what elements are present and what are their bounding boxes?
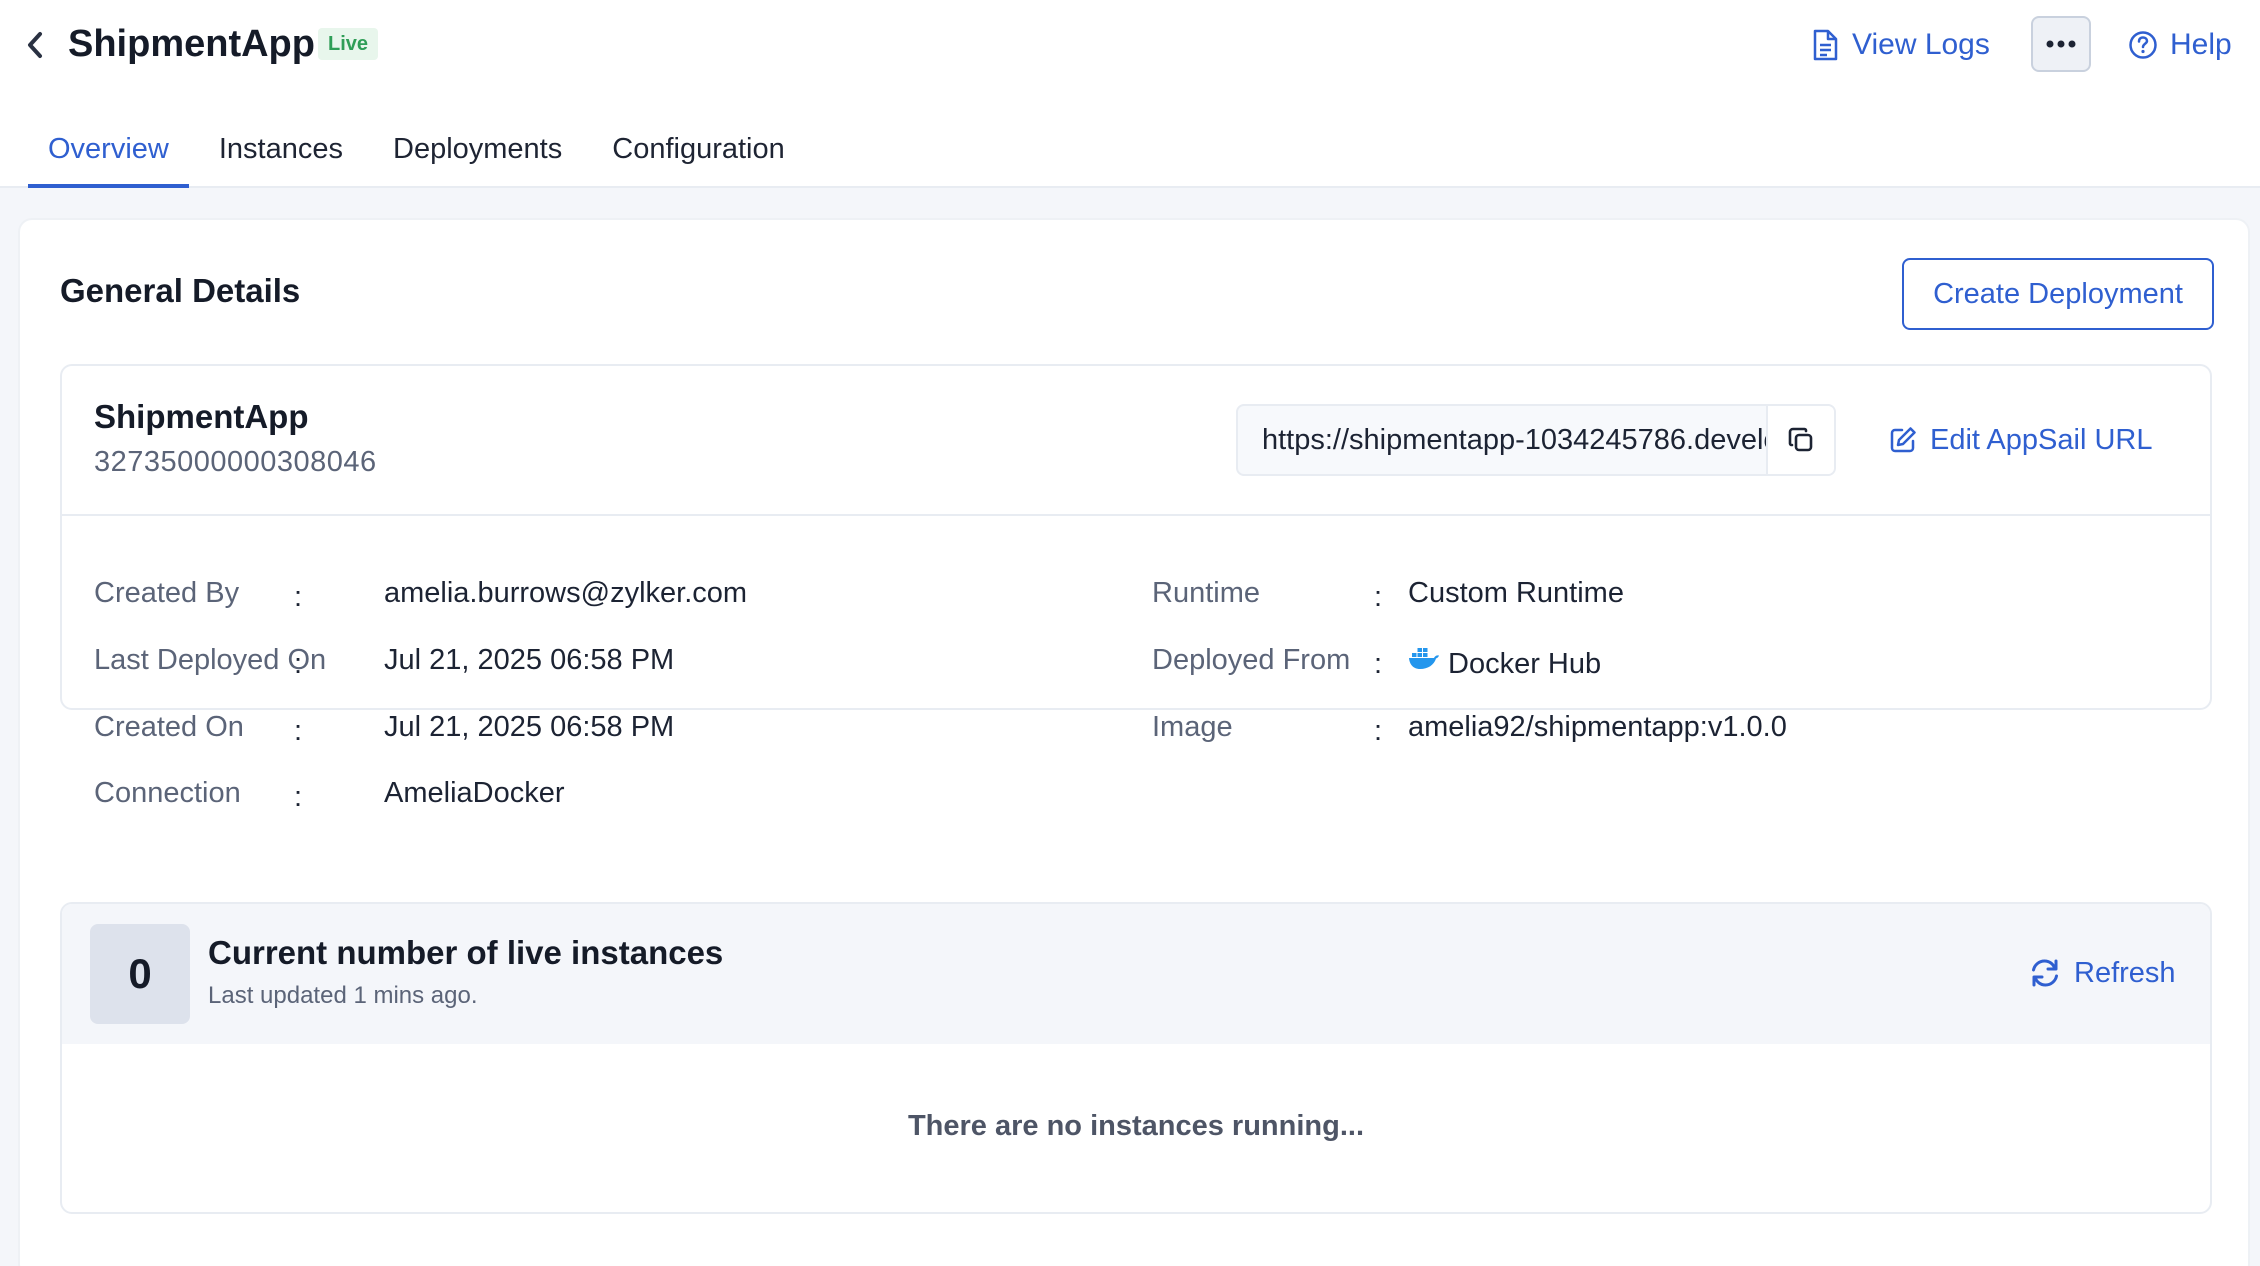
live-instances-title: Current number of live instances [208,934,724,971]
refresh-label: Refresh [2074,956,2176,989]
field-value: amelia92/shipmentapp:v1.0.0 [1408,711,1787,743]
field-label: Created By [94,577,240,609]
ellipsis-icon [2046,40,2076,48]
refresh-button[interactable]: Refresh [2028,948,2176,998]
app-name: ShipmentApp [94,398,309,435]
status-badge: Live [318,28,379,60]
edit-appsail-url-button[interactable]: Edit AppSail URL [1888,404,2152,476]
section-title: General Details [60,272,301,309]
tab-instances[interactable]: Instances [199,110,363,188]
field-label: Image [1152,711,1233,743]
help-label: Help [2170,28,2232,61]
field-connection: Connection : AmeliaDocker [94,770,1094,816]
app-details-header: ShipmentApp 32735000000308046 https://sh… [62,366,2210,516]
tab-configuration[interactable]: Configuration [592,110,805,188]
docker-icon [1409,648,1439,669]
tab-deployments[interactable]: Deployments [373,110,582,188]
app-details-card: ShipmentApp 32735000000308046 https://sh… [60,364,2212,813]
field-value: Jul 21, 2025 06:58 PM [384,644,675,676]
live-instances-header: 0 Current number of live instances Last … [62,904,2210,1044]
more-options-button[interactable] [2031,16,2091,72]
edit-icon [1890,427,1916,453]
copy-icon [1788,427,1813,452]
view-logs-label: View Logs [1852,28,1990,61]
field-colon: : [294,781,303,813]
help-circle-icon [2129,31,2157,59]
field-label: Last Deployed On [94,644,327,676]
field-colon: : [294,581,303,613]
field-colon: : [294,715,303,747]
app-id: 32735000000308046 [94,446,377,478]
field-value: Jul 21, 2025 06:58 PM [384,711,675,743]
instance-count: 0 [90,924,190,1024]
app-title: ShipmentApp [68,23,315,65]
tab-bar: Overview Instances Deployments Configura… [28,110,815,188]
field-value: amelia.burrows@zylker.com [384,577,748,609]
live-instances-card: 0 Current number of live instances Last … [60,902,2212,1214]
field-label: Connection [94,777,241,809]
document-icon [1813,29,1838,61]
field-deployed-from: Deployed From : Docker Hub [1152,637,2152,683]
field-label: Runtime [1152,577,1260,609]
field-colon: : [1374,715,1383,747]
field-colon: : [294,648,303,680]
overview-panel: General Details Create Deployment Shipme… [18,218,2250,1266]
edit-url-label: Edit AppSail URL [1930,423,2153,456]
refresh-icon [2032,959,2058,987]
last-updated-text: Last updated 1 mins ago. [208,982,478,1009]
field-image: Image : amelia92/shipmentapp:v1.0.0 [1152,704,2152,750]
field-value: Docker Hub [1448,648,1602,680]
appsail-url[interactable]: https://shipmentapp-1034245786.developme… [1262,406,1768,474]
field-value: AmeliaDocker [384,777,565,809]
copy-url-button[interactable] [1766,406,1834,474]
field-created-by: Created By : amelia.burrows@zylker.com [94,570,1094,616]
chevron-left-icon[interactable] [22,28,50,62]
field-colon: : [1374,581,1383,613]
field-label: Created On [94,711,244,743]
view-logs-button[interactable]: View Logs [1810,22,1990,68]
tab-overview[interactable]: Overview [28,110,189,188]
field-runtime: Runtime : Custom Runtime [1152,570,2152,616]
help-link[interactable]: Help [2128,22,2232,68]
field-colon: : [1374,648,1383,680]
field-value: Custom Runtime [1408,577,1624,609]
field-label: Deployed From [1152,644,1351,676]
top-bar: ShipmentApp Live View Logs Help Overview… [0,0,2260,188]
create-deployment-button[interactable]: Create Deployment [1902,258,2214,330]
empty-state-message: There are no instances running... [907,1110,1365,1142]
field-created-on: Created On : Jul 21, 2025 06:58 PM [94,704,1094,750]
appsail-url-field: https://shipmentapp-1034245786.developme… [1236,404,1836,476]
field-last-deployed-on: Last Deployed On : Jul 21, 2025 06:58 PM [94,637,1094,683]
